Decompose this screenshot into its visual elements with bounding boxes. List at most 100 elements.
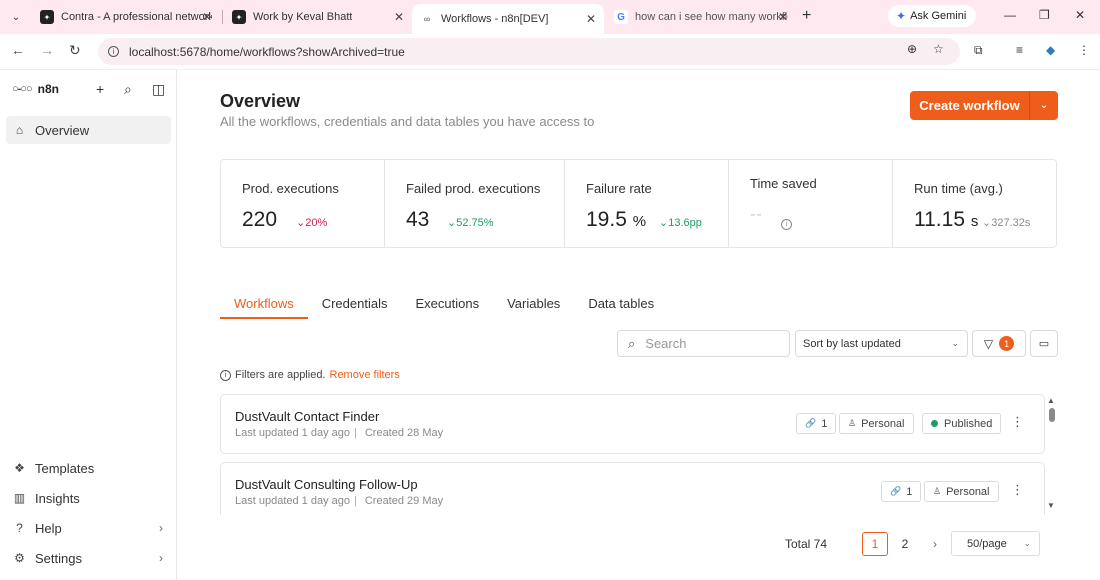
create-folder-button[interactable]: ▭ [1030,330,1058,357]
n8n-logo[interactable]: ○-○○ n8n [12,82,59,96]
stat-failure-rate[interactable]: Failure rate 19.5 % ⌄13.6pp [565,160,729,247]
sidebar-item-settings[interactable]: ⚙ Settings › [6,544,171,572]
stat-delta: ⌄20% [296,217,328,229]
new-tab-icon[interactable]: + [802,7,811,25]
owner-badge[interactable]: ♙ Personal [924,481,999,502]
media-queue-icon[interactable]: ≡ [1016,43,1023,57]
remove-filters-link[interactable]: Remove filters [330,369,400,381]
add-icon[interactable]: + [96,81,104,97]
trend-down-icon: ⌄ [447,217,457,229]
sidebar-item-label: Templates [35,460,95,476]
owner-badge[interactable]: ♙ Personal [839,413,914,434]
more-options-icon[interactable]: ⋮ [1011,483,1024,496]
resource-tabs: Workflows Credentials Executions Variabl… [220,290,668,320]
tab-title: Workflows - n8n[DEV] [441,13,549,25]
tab-workflows[interactable]: Workflows [220,290,308,319]
browser-tab-keval[interactable]: ✦ Work by Keval Bhatt ✕ [224,4,412,30]
tab-data-tables[interactable]: Data tables [574,290,668,319]
shared-link-count[interactable]: 🔗 1 [796,413,837,434]
stat-label: Failed prod. executions [406,181,541,196]
filters-applied-text: Filters are applied. [235,369,326,381]
search-input[interactable]: ⌕ Search [617,330,790,357]
browser-menu-icon[interactable]: ⋮ [1078,43,1090,57]
scroll-up-arrow-icon[interactable]: ▲ [1047,396,1055,405]
collapse-sidebar-icon[interactable]: ◫ [152,81,165,98]
restore-icon[interactable]: ❐ [1039,8,1050,22]
search-placeholder: Search [645,336,687,351]
stat-label: Failure rate [586,181,652,196]
folder-plus-icon: ▭ [1038,338,1050,350]
close-tab-icon[interactable]: ✕ [394,10,404,24]
create-workflow-label: Create workflow [919,98,1020,113]
create-workflow-button[interactable]: Create workflow ⌄ [910,91,1058,120]
tab-search-chevron-icon[interactable]: ⌄ [6,7,26,27]
scrollbar-thumb[interactable] [1049,408,1055,422]
close-tab-icon[interactable]: ✕ [778,10,788,24]
stat-label: Run time (avg.) [914,181,1003,196]
extensions-puzzle-icon[interactable]: ⧉ [974,43,983,58]
sidebar-item-insights[interactable]: ▥ Insights [6,484,171,512]
address-bar[interactable]: i localhost:5678/home/workflows?showArch… [98,38,960,65]
next-page-icon[interactable]: › [922,532,948,556]
filters-applied-notice: i Filters are applied. Remove filters [220,369,400,381]
workflow-created: Created 28 May [364,427,444,439]
workflow-name[interactable]: DustVault Contact Finder [235,409,379,424]
site-info-icon[interactable]: i [108,46,119,57]
bookmark-star-icon[interactable]: ☆ [933,42,944,56]
browser-tab-google[interactable]: G how can i see how many workflo ✕ [606,4,796,30]
back-arrow-icon[interactable]: ← [11,42,25,58]
sort-select[interactable]: Sort by last updated ⌄ [795,330,968,357]
workflow-card[interactable]: DustVault Contact Finder Last updated 1 … [220,394,1045,454]
workflow-meta: Last updated 1 day ago | Created 28 May [235,427,444,439]
close-tab-icon[interactable]: ✕ [586,12,596,26]
total-count: Total 74 [785,536,828,551]
info-icon[interactable]: i [781,219,792,230]
more-options-icon[interactable]: ⋮ [1011,415,1024,428]
close-window-icon[interactable]: ✕ [1075,8,1085,22]
n8n-logo-icon: ○-○○ [12,83,33,95]
forward-arrow-icon[interactable]: → [40,42,54,58]
ask-gemini-button[interactable]: ✦ Ask Gemini [888,5,976,27]
sidebar-item-overview[interactable]: ⌂ Overview [6,116,171,144]
browser-tab-strip: ⌄ ✦ Contra - A professional network ✕ ✦ … [0,0,1100,34]
tab-executions[interactable]: Executions [401,290,493,319]
chevron-down-icon[interactable]: ⌄ [1030,100,1058,111]
stat-failed-prod-executions[interactable]: Failed prod. executions 43 ⌄52.75% [385,160,565,247]
sidebar-item-templates[interactable]: ❖ Templates [6,454,171,482]
workflow-created: Created 29 May [364,495,444,507]
ask-gemini-label: Ask Gemini [910,10,967,22]
profile-avatar-icon[interactable]: ◆ [1046,43,1055,57]
stat-value: 220 [242,208,278,231]
minimize-icon[interactable]: — [1004,8,1016,22]
browser-tab-n8n[interactable]: ∞ Workflows - n8n[DEV] ✕ [412,4,604,34]
stat-prod-executions[interactable]: Prod. executions 220 ⌄20% [221,160,385,247]
page-size-select[interactable]: 50/page ⌄ [951,531,1040,556]
pagination-pages: 1 2 › [862,531,948,556]
workflow-name[interactable]: DustVault Consulting Follow-Up [235,477,418,492]
insights-summary: Prod. executions 220 ⌄20% Failed prod. e… [220,159,1057,248]
tab-variables[interactable]: Variables [493,290,574,319]
filter-button[interactable]: ▽ 1 [972,330,1026,357]
filter-count-badge: 1 [999,336,1015,351]
browser-tab-contra[interactable]: ✦ Contra - A professional network ✕ [32,4,220,30]
help-icon: ? [16,521,23,535]
shared-link-count[interactable]: 🔗 1 [881,481,922,502]
sidebar-item-label: Insights [35,490,80,506]
google-favicon-icon: G [614,10,628,24]
tab-credentials[interactable]: Credentials [308,290,402,319]
link-icon: 🔗 [805,418,817,428]
sidebar-item-help[interactable]: ? Help › [6,514,171,542]
workflow-updated: Last updated 1 day ago [235,427,350,439]
close-tab-icon[interactable]: ✕ [202,10,212,24]
stat-delta: ⌄327.32s [982,217,1031,229]
scroll-down-arrow-icon[interactable]: ▼ [1047,501,1055,510]
stat-run-time[interactable]: Run time (avg.) 11.15 s ⌄327.32s [893,160,1056,247]
stat-value: -- [750,206,763,223]
stat-time-saved[interactable]: Time saved -- i [729,160,893,247]
page-button-1[interactable]: 1 [862,531,888,556]
workflow-card[interactable]: DustVault Consulting Follow-Up Last upda… [220,462,1045,515]
zoom-icon[interactable]: ⊕ [907,42,917,56]
reload-icon[interactable]: ↻ [69,42,81,59]
page-button-2[interactable]: 2 [892,532,918,556]
search-icon[interactable]: ⌕ [124,81,132,98]
